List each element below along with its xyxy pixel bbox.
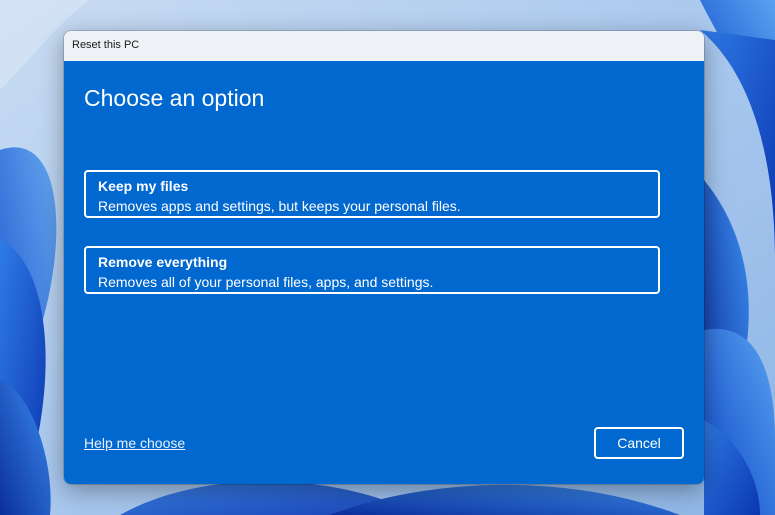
keep-my-files-option[interactable]: Keep my files Removes apps and settings,… [84, 170, 660, 218]
option-description: Removes all of your personal files, apps… [98, 274, 434, 290]
desktop: Reset this PC Choose an option Keep my f… [0, 0, 775, 515]
dialog-content: Choose an option Keep my files Removes a… [64, 61, 704, 484]
option-title: Remove everything [98, 254, 228, 270]
remove-everything-option[interactable]: Remove everything Removes all of your pe… [84, 246, 660, 294]
title-bar: Reset this PC [64, 31, 704, 61]
option-description: Removes apps and settings, but keeps you… [98, 198, 461, 214]
reset-pc-dialog: Reset this PC Choose an option Keep my f… [64, 31, 704, 484]
option-title: Keep my files [98, 178, 189, 194]
cancel-button[interactable]: Cancel [594, 427, 684, 459]
page-title: Choose an option [84, 85, 265, 111]
help-me-choose-link[interactable]: Help me choose [84, 435, 185, 451]
window-title: Reset this PC [72, 39, 140, 51]
